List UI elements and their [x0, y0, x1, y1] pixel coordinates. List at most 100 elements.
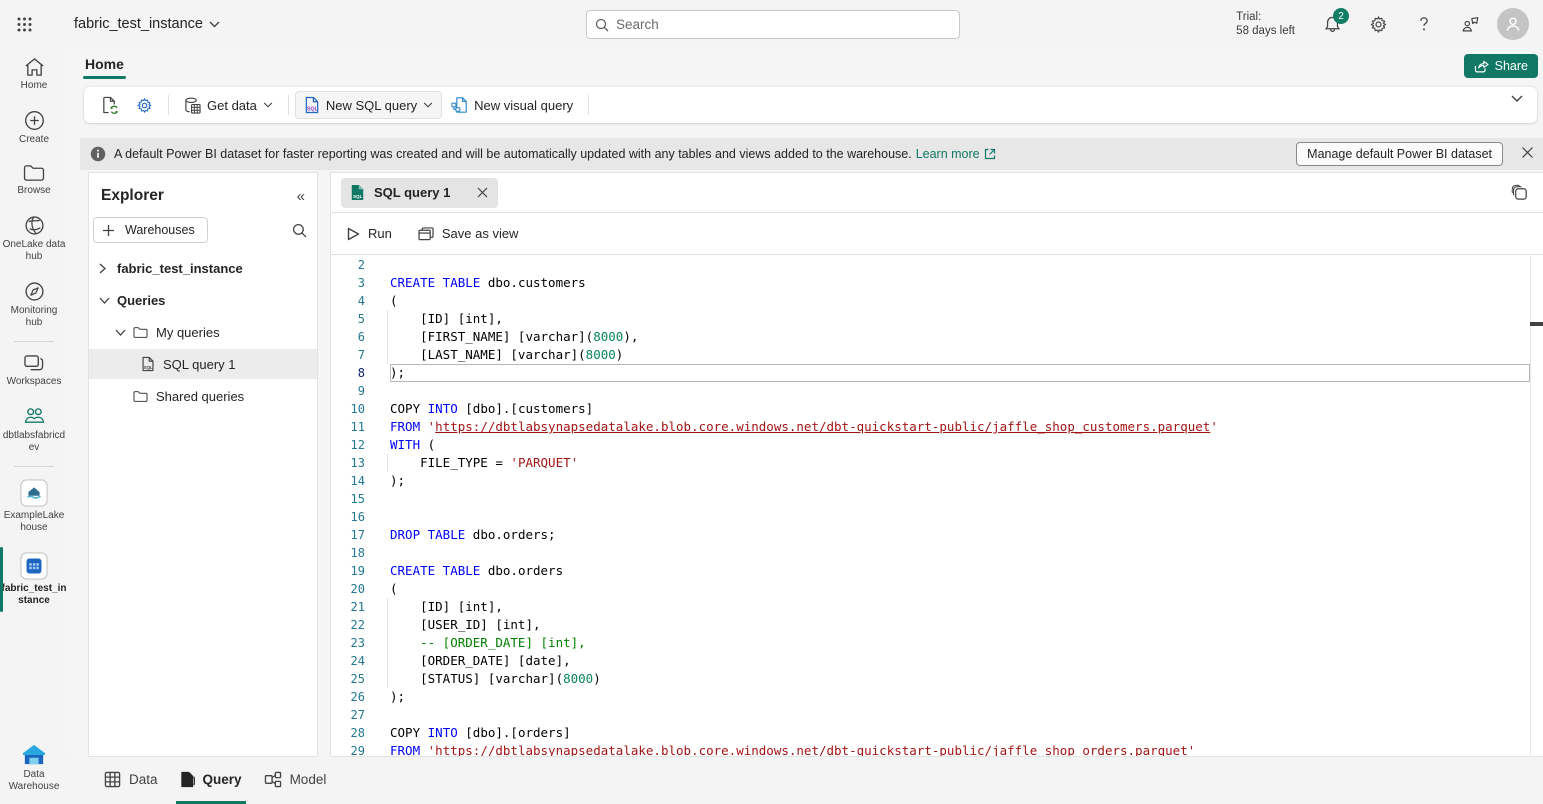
top-bar: fabric_test_instance Search Trial: 58 da… — [0, 0, 1543, 48]
close-tab-icon[interactable] — [477, 187, 488, 198]
nav-item-browse[interactable]: Browse — [0, 155, 68, 206]
document-refresh-icon — [101, 96, 118, 114]
save-as-view-button[interactable]: Save as view — [418, 226, 519, 241]
svg-text:SQL: SQL — [144, 365, 153, 370]
query-toolbar: Run Save as view — [331, 213, 1543, 255]
collapse-explorer-icon[interactable]: « — [297, 188, 305, 205]
nav-item-monitoring-hub[interactable]: Monitoring hub — [0, 272, 68, 338]
save-as-view-icon — [418, 227, 434, 241]
code-line-10[interactable]: 10COPY INTO [dbo].[customers] — [331, 400, 1543, 418]
code-line-27[interactable]: 27 — [331, 706, 1543, 724]
share-icon — [1474, 60, 1489, 73]
new-visual-query-button[interactable]: New visual query — [442, 91, 582, 119]
code-line-6[interactable]: 6 [FIRST_NAME] [varchar](8000), — [331, 328, 1543, 346]
help-button[interactable] — [1401, 0, 1447, 48]
nav-item-examplelakehouse[interactable]: ExampleLakehouse — [0, 470, 68, 543]
code-line-2[interactable]: 2 — [331, 256, 1543, 274]
code-line-20[interactable]: 20( — [331, 580, 1543, 598]
code-line-26[interactable]: 26); — [331, 688, 1543, 706]
nav-item-fabric-test-instance[interactable]: fabric_test_instance — [0, 543, 68, 616]
code-line-11[interactable]: 11FROM 'https://dbtlabsynapsedatalake.bl… — [331, 418, 1543, 436]
explorer-search-icon[interactable] — [292, 223, 307, 238]
code-line-23[interactable]: 23 -- [ORDER_DATE] [int], — [331, 634, 1543, 652]
sql-editor[interactable]: 23CREATE TABLE dbo.customers4(5 [ID] [in… — [331, 256, 1543, 756]
refresh-button[interactable] — [92, 91, 127, 119]
folder-icon — [23, 164, 45, 182]
svg-text:SQL: SQL — [353, 194, 363, 199]
code-line-14[interactable]: 14); — [331, 472, 1543, 490]
code-line-13[interactable]: 13 FILE_TYPE = 'PARQUET' — [331, 454, 1543, 472]
feedback-button[interactable] — [1447, 0, 1493, 48]
tab-home[interactable]: Home — [83, 52, 126, 79]
workspace-switcher[interactable]: fabric_test_instance — [74, 16, 220, 32]
code-line-28[interactable]: 28COPY INTO [dbo].[orders] — [331, 724, 1543, 742]
question-icon — [1415, 15, 1433, 33]
plus-icon — [102, 224, 115, 237]
search-icon — [595, 18, 609, 32]
tree-item-queries[interactable]: Queries — [89, 285, 317, 315]
code-line-19[interactable]: 19CREATE TABLE dbo.orders — [331, 562, 1543, 580]
gear-blue-icon — [136, 97, 153, 114]
data-warehouse-icon — [21, 744, 47, 766]
monitoring-icon — [24, 281, 45, 302]
tab-sql-query-1[interactable]: SQL SQL query 1 — [341, 178, 498, 208]
get-data-button[interactable]: Get data — [175, 91, 282, 119]
toolbar-divider — [588, 95, 589, 115]
code-line-18[interactable]: 18 — [331, 544, 1543, 562]
chevron-down-icon — [263, 102, 273, 108]
nav-item-data-warehouse[interactable]: Data Warehouse — [0, 735, 68, 802]
run-icon — [347, 227, 360, 241]
onelake-icon — [24, 215, 45, 236]
code-line-7[interactable]: 7 [LAST_NAME] [varchar](8000) — [331, 346, 1543, 364]
code-line-9[interactable]: 9 — [331, 382, 1543, 400]
nav-item-create[interactable]: Create — [0, 101, 68, 155]
code-line-16[interactable]: 16 — [331, 508, 1543, 526]
tab-data[interactable]: Data — [100, 758, 162, 804]
banner-close-icon[interactable] — [1521, 146, 1534, 159]
search-input[interactable]: Search — [586, 10, 960, 39]
nav-item-dbtlabsfabricdev[interactable]: dbtlabsfabricdev — [0, 397, 68, 463]
toolbar-divider — [288, 95, 289, 115]
manage-dataset-button[interactable]: Manage default Power BI dataset — [1296, 142, 1503, 166]
chevron-down-icon — [209, 21, 220, 28]
people-icon — [23, 406, 46, 427]
copy-stack-icon[interactable] — [1511, 184, 1529, 202]
tree-item-shared-queries[interactable]: Shared queries — [89, 381, 317, 411]
code-line-24[interactable]: 24 [ORDER_DATE] [date], — [331, 652, 1543, 670]
sql-file-icon: SQL — [141, 356, 155, 372]
run-button[interactable]: Run — [347, 226, 392, 241]
chevron-down-icon — [1511, 95, 1523, 102]
editor-scrollbar[interactable] — [1530, 256, 1543, 756]
code-line-8[interactable]: 8); — [331, 364, 1543, 382]
code-line-21[interactable]: 21 [ID] [int], — [331, 598, 1543, 616]
app-launcher-icon[interactable] — [0, 0, 48, 48]
code-line-5[interactable]: 5 [ID] [int], — [331, 310, 1543, 328]
new-sql-query-button[interactable]: SQL New SQL query — [295, 91, 442, 119]
nav-item-workspaces[interactable]: Workspaces — [0, 345, 68, 397]
code-line-12[interactable]: 12WITH ( — [331, 436, 1543, 454]
settings-button[interactable] — [1355, 0, 1401, 48]
code-line-29[interactable]: 29FROM 'https://dbtlabsynapsedatalake.bl… — [331, 742, 1543, 756]
tree-item-my-queries[interactable]: My queries — [89, 317, 317, 347]
tab-model[interactable]: Model — [260, 758, 331, 804]
collapse-ribbon-button[interactable] — [1511, 95, 1523, 102]
code-line-4[interactable]: 4( — [331, 292, 1543, 310]
code-line-15[interactable]: 15 — [331, 490, 1543, 508]
learn-more-link[interactable]: Learn more — [916, 147, 996, 161]
nav-item-onelake-data-hub[interactable]: OneLake data hub — [0, 206, 68, 272]
query-doc-icon — [180, 771, 195, 788]
tree-item-sql-query-1[interactable]: SQL SQL query 1 — [89, 349, 317, 379]
folder-icon — [133, 326, 148, 339]
code-line-25[interactable]: 25 [STATUS] [varchar](8000) — [331, 670, 1543, 688]
tool-settings-button[interactable] — [127, 91, 162, 119]
notifications-button[interactable]: 2 — [1309, 0, 1355, 48]
code-line-22[interactable]: 22 [USER_ID] [int], — [331, 616, 1543, 634]
account-avatar[interactable] — [1497, 8, 1529, 40]
tree-item-warehouse[interactable]: fabric_test_instance — [89, 253, 317, 283]
nav-item-home[interactable]: Home — [0, 48, 68, 101]
code-line-17[interactable]: 17DROP TABLE dbo.orders; — [331, 526, 1543, 544]
new-warehouse-button[interactable]: Warehouses — [93, 217, 208, 243]
share-button[interactable]: Share — [1464, 54, 1538, 78]
code-line-3[interactable]: 3CREATE TABLE dbo.customers — [331, 274, 1543, 292]
tab-query[interactable]: Query — [176, 758, 246, 804]
